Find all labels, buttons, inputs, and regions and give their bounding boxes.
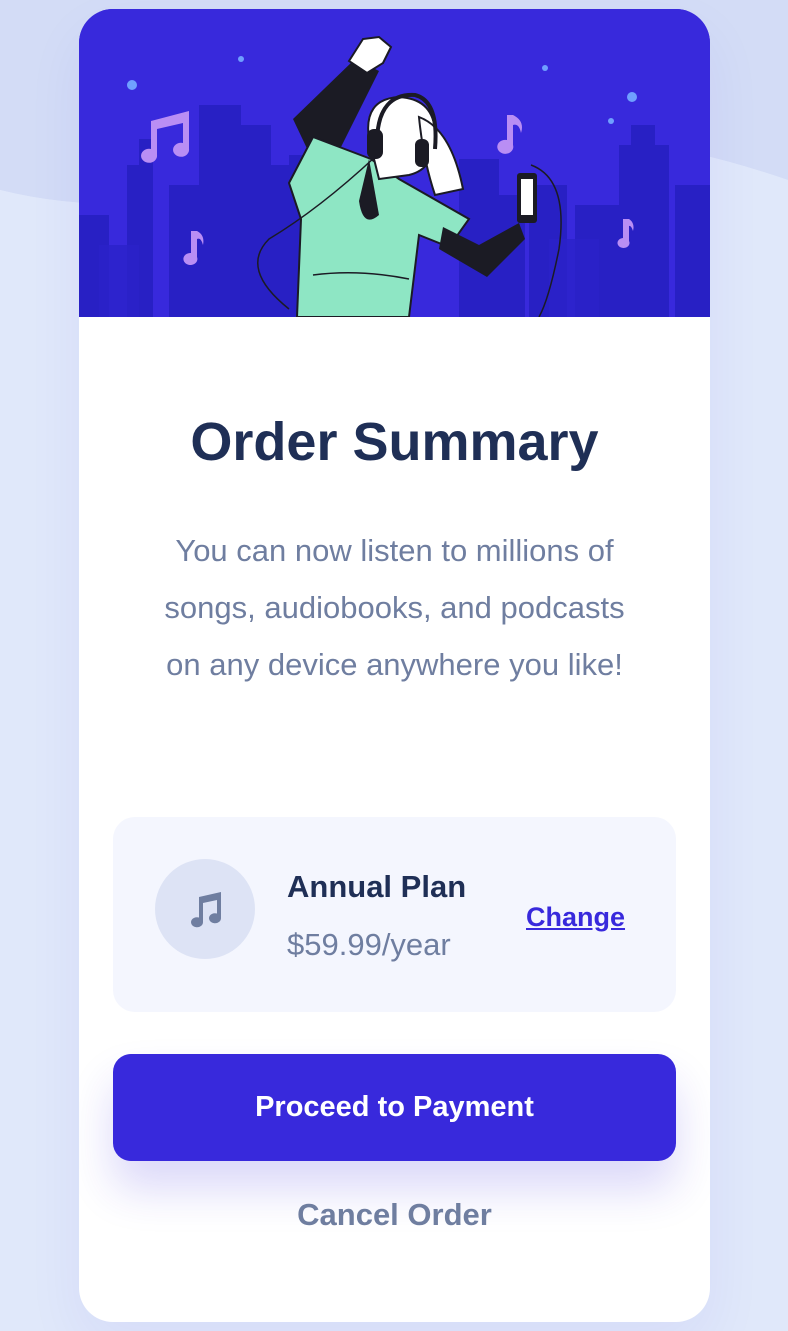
cancel-order-button[interactable]: Cancel Order: [79, 1197, 710, 1233]
change-plan-link[interactable]: Change: [526, 902, 625, 933]
plan-panel: Annual Plan $59.99/year Change: [113, 817, 676, 1012]
page-title: Order Summary: [190, 412, 599, 472]
summary-description: You can now listen to millions of songs,…: [164, 533, 625, 682]
music-note-icon: [155, 859, 255, 959]
order-summary-card: Order Summary You can now listen to mill…: [79, 9, 710, 1322]
hero-illustration: [79, 9, 710, 317]
plan-name: Annual Plan: [287, 869, 467, 904]
plan-price: $59.99/year: [287, 927, 451, 962]
proceed-to-payment-button[interactable]: Proceed to Payment: [113, 1054, 676, 1161]
